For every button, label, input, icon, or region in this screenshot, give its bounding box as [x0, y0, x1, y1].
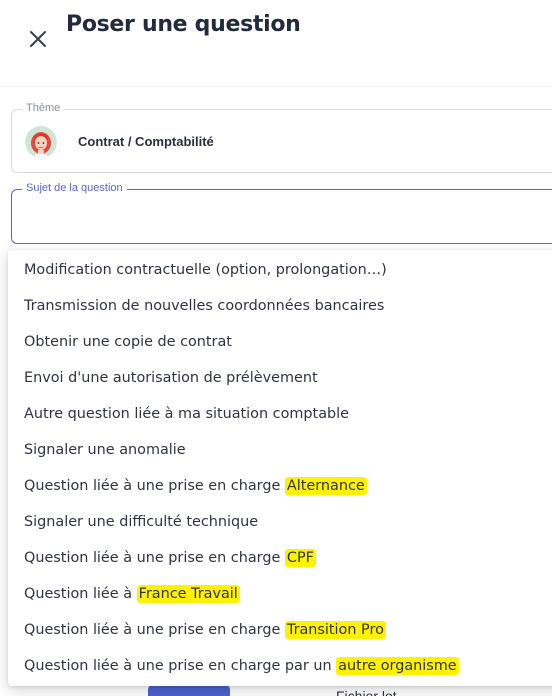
option-text: Question liée à une prise en charge par … — [24, 658, 337, 674]
option-text: Envoi d'une autorisation de prélèvement — [24, 370, 318, 386]
option-text: Question liée à une prise en charge — [24, 478, 285, 494]
option-text: Signaler une anomalie — [24, 442, 186, 458]
option-difficulte-technique[interactable]: Signaler une difficulté technique — [8, 504, 552, 540]
subject-options-dropdown: Modification contractuelle (option, prol… — [8, 250, 552, 686]
option-highlight: autre organisme — [336, 657, 459, 675]
option-text: Autre question liée à ma situation compt… — [24, 406, 349, 422]
option-modification-contractuelle[interactable]: Modification contractuelle (option, prol… — [8, 252, 552, 288]
avatar-icon — [25, 126, 57, 158]
option-prise-en-charge-cpf[interactable]: Question liée à une prise en charge CPF — [8, 540, 552, 576]
close-icon[interactable] — [27, 28, 49, 50]
subject-input[interactable] — [24, 204, 548, 230]
theme-field[interactable]: Thème Contrat / Comptabilité — [11, 102, 552, 173]
theme-value: Contrat / Comptabilité — [78, 134, 214, 149]
option-highlight: France Travail — [136, 585, 240, 603]
option-text: Modification contractuelle (option, prol… — [24, 262, 387, 278]
background-partial-text: Fichier lot... — [336, 688, 409, 696]
option-text: Obtenir une copie de contrat — [24, 334, 232, 350]
option-prise-en-charge-autre-organisme[interactable]: Question liée à une prise en charge par … — [8, 648, 552, 684]
header-divider — [0, 86, 552, 87]
option-prise-en-charge-alternance[interactable]: Question liée à une prise en charge Alte… — [8, 468, 552, 504]
subject-label: Sujet de la question — [22, 182, 127, 194]
option-text: Question liée à — [24, 586, 137, 602]
option-copie-contrat[interactable]: Obtenir une copie de contrat — [8, 324, 552, 360]
option-coordonnees-bancaires[interactable]: Transmission de nouvelles coordonnées ba… — [8, 288, 552, 324]
option-text: Question liée à une prise en charge — [24, 622, 285, 638]
option-text: Question liée à une prise en charge — [24, 550, 285, 566]
option-prise-en-charge-transition-pro[interactable]: Question liée à une prise en charge Tran… — [8, 612, 552, 648]
option-france-travail[interactable]: Question liée à France Travail — [8, 576, 552, 612]
option-highlight: Transition Pro — [284, 621, 386, 639]
option-autorisation-prelevement[interactable]: Envoi d'une autorisation de prélèvement — [8, 360, 552, 396]
option-highlight: CPF — [284, 549, 316, 567]
option-autre-question-comptable[interactable]: Autre question liée à ma situation compt… — [8, 396, 552, 432]
option-text: Signaler une difficulté technique — [24, 514, 259, 530]
option-signaler-anomalie[interactable]: Signaler une anomalie — [8, 432, 552, 468]
page-title: Poser une question — [66, 12, 301, 37]
ask-question-page: Poser une question Thème Contrat / Compt… — [0, 0, 552, 696]
subject-field[interactable]: Sujet de la question — [11, 182, 552, 244]
theme-label: Thème — [22, 102, 65, 114]
option-text: Transmission de nouvelles coordonnées ba… — [24, 298, 385, 314]
option-highlight: Alternance — [284, 477, 367, 495]
